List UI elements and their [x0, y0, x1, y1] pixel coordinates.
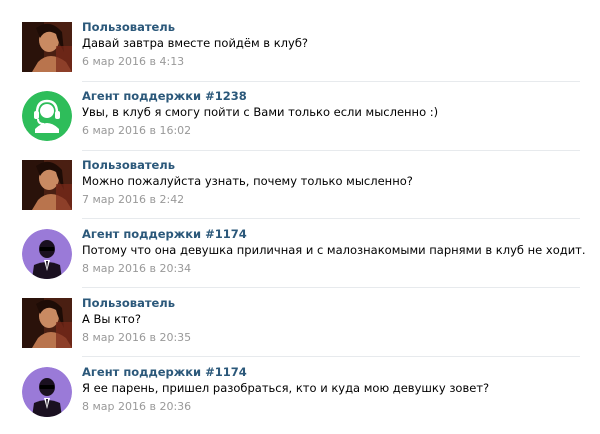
message-timestamp[interactable]: 8 мар 2016 в 20:36: [82, 400, 191, 413]
user-photo-avatar[interactable]: [22, 298, 72, 348]
message-timestamp[interactable]: 8 мар 2016 в 20:34: [82, 262, 191, 275]
message-divider: [82, 218, 580, 219]
message-item: Агент поддержки #1238 Увы, в клуб я смог…: [0, 89, 600, 158]
message-text: Я ее парень, пришел разобраться, кто и к…: [82, 381, 490, 395]
message-author-link[interactable]: Агент поддержки #1238: [82, 89, 247, 103]
message-text: Потому что она девушка приличная и с мал…: [82, 243, 586, 257]
message-item: Агент поддержки #1174 Я ее парень, прише…: [0, 365, 600, 434]
message-item: Агент поддержки #1174 Потому что она дев…: [0, 227, 600, 296]
support-agent-green-avatar[interactable]: [22, 91, 72, 141]
user-photo-icon: [22, 22, 72, 72]
user-photo-icon: [22, 160, 72, 210]
message-timestamp[interactable]: 6 мар 2016 в 4:13: [82, 55, 184, 68]
message-item: Пользователь А Вы кто? 8 мар 2016 в 20:3…: [0, 296, 600, 365]
support-message-thread: Пользователь Давай завтра вместе пойдём …: [0, 0, 600, 432]
message-text: Можно пожалуйста узнать, почему только м…: [82, 174, 413, 188]
message-divider: [82, 356, 580, 357]
message-author-link[interactable]: Пользователь: [82, 158, 175, 172]
support-agent-purple-avatar[interactable]: [22, 367, 72, 417]
message-divider: [82, 81, 580, 82]
agent-in-suit-icon: [22, 367, 72, 417]
agent-in-suit-icon: [22, 229, 72, 279]
support-agent-purple-avatar[interactable]: [22, 229, 72, 279]
message-author-link[interactable]: Пользователь: [82, 20, 175, 34]
message-author-link[interactable]: Агент поддержки #1174: [82, 227, 247, 241]
message-divider: [82, 150, 580, 151]
message-item: Пользователь Можно пожалуйста узнать, по…: [0, 158, 600, 227]
message-divider: [82, 287, 580, 288]
user-photo-avatar[interactable]: [22, 22, 72, 72]
message-timestamp[interactable]: 7 мар 2016 в 2:42: [82, 193, 184, 206]
message-text: Давай завтра вместе пойдём в клуб?: [82, 36, 309, 50]
message-item: Пользователь Давай завтра вместе пойдём …: [0, 20, 600, 89]
message-timestamp[interactable]: 8 мар 2016 в 20:35: [82, 331, 191, 344]
message-author-link[interactable]: Пользователь: [82, 296, 175, 310]
message-text: А Вы кто?: [82, 312, 141, 326]
message-timestamp[interactable]: 6 мар 2016 в 16:02: [82, 124, 191, 137]
message-text: Увы, в клуб я смогу пойти с Вами только …: [82, 105, 439, 119]
user-photo-avatar[interactable]: [22, 160, 72, 210]
support-headset-icon: [22, 91, 72, 141]
message-author-link[interactable]: Агент поддержки #1174: [82, 365, 247, 379]
user-photo-icon: [22, 298, 72, 348]
